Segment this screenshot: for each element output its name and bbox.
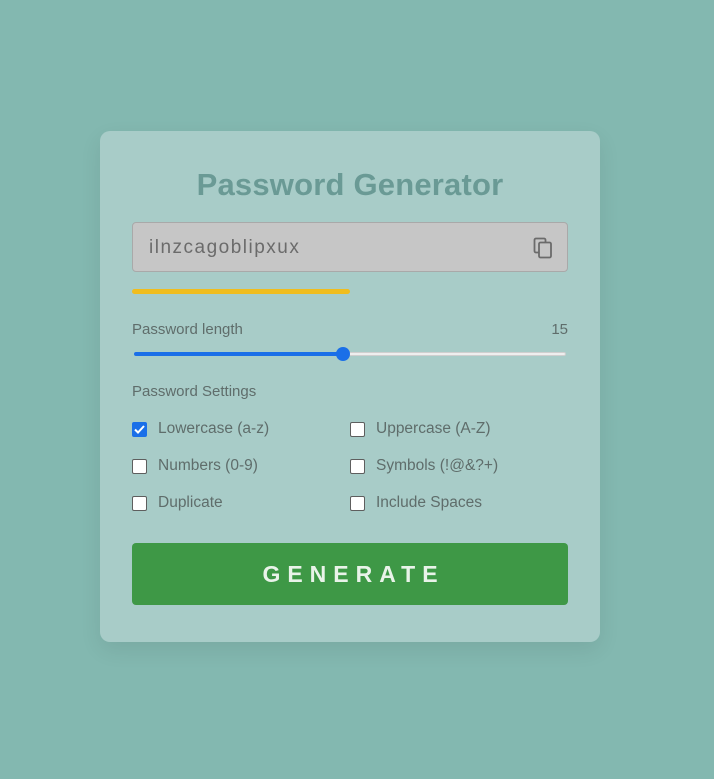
- strength-indicator: [132, 289, 568, 294]
- lowercase-label: Lowercase (a-z): [158, 420, 270, 437]
- option-numbers[interactable]: Numbers (0-9): [132, 457, 258, 475]
- copy-icon[interactable]: [533, 237, 553, 259]
- settings-label: Password Settings: [132, 383, 257, 400]
- length-label: Password length: [132, 321, 243, 338]
- duplicate-checkbox[interactable]: [132, 495, 147, 511]
- strength-bar: [132, 289, 350, 294]
- duplicate-label: Duplicate: [158, 494, 223, 511]
- spaces-label: Include Spaces: [376, 494, 482, 511]
- password-display[interactable]: ilnzcagoblipxux: [132, 222, 568, 272]
- symbols-checkbox[interactable]: [350, 458, 365, 474]
- password-value: ilnzcagoblipxux: [149, 237, 301, 258]
- option-spaces[interactable]: Include Spaces: [350, 494, 482, 512]
- spaces-checkbox[interactable]: [350, 495, 365, 511]
- uppercase-checkbox[interactable]: [350, 421, 365, 437]
- slider-thumb[interactable]: [335, 347, 350, 361]
- length-value: 15: [551, 321, 568, 338]
- uppercase-label: Uppercase (A-Z): [376, 420, 491, 437]
- option-duplicate[interactable]: Duplicate: [132, 494, 223, 512]
- length-slider[interactable]: [132, 346, 568, 362]
- option-lowercase[interactable]: Lowercase (a-z): [132, 420, 269, 438]
- password-generator-card: Password Generator ilnzcagoblipxux Passw…: [100, 131, 600, 642]
- slider-fill: [134, 352, 343, 356]
- option-symbols[interactable]: Symbols (!@&?+): [350, 457, 498, 475]
- page-title: Password Generator: [196, 167, 504, 202]
- lowercase-checkbox[interactable]: [132, 421, 147, 437]
- option-uppercase[interactable]: Uppercase (A-Z): [350, 420, 491, 438]
- numbers-checkbox[interactable]: [132, 458, 147, 474]
- symbols-label: Symbols (!@&?+): [376, 457, 499, 474]
- generate-button[interactable]: GENERATE: [132, 543, 568, 605]
- numbers-label: Numbers (0-9): [158, 457, 258, 474]
